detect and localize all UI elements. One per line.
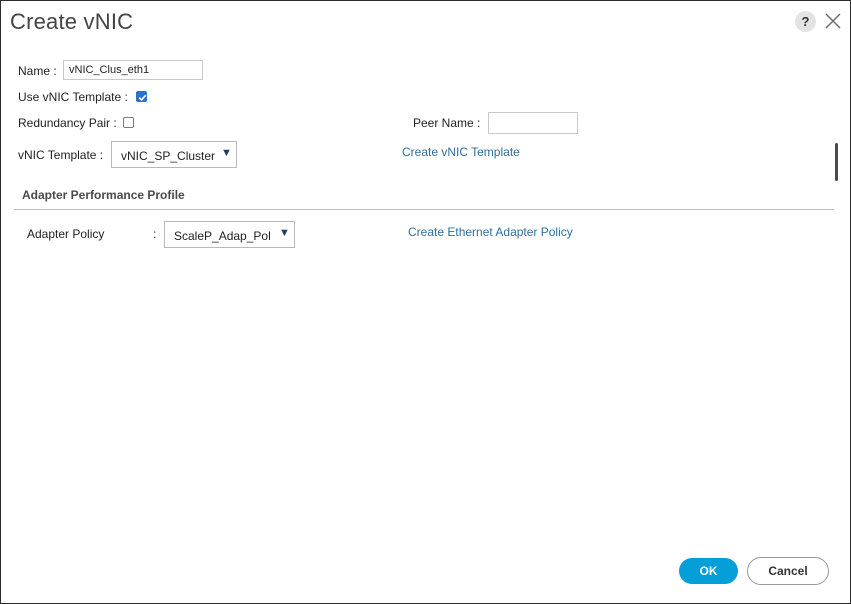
name-input[interactable] (63, 60, 203, 80)
vnic-template-label: vNIC Template : (18, 148, 104, 162)
redundancy-pair-label: Redundancy Pair : (18, 116, 117, 130)
vnic-template-select[interactable]: vNIC_SP_Cluster ▼ (111, 141, 237, 168)
caret-down-icon: ▼ (221, 147, 232, 159)
caret-down-icon: ▼ (279, 227, 290, 239)
create-vnic-dialog: Create vNIC ? Name : Use vNIC Template :… (0, 0, 851, 604)
adapter-performance-profile-heading: Adapter Performance Profile (22, 188, 185, 202)
help-button[interactable]: ? (795, 11, 816, 32)
adapter-policy-select[interactable]: ScaleP_Adap_Pol ▼ (164, 221, 295, 248)
use-vnic-template-label: Use vNIC Template : (18, 90, 128, 104)
ok-button[interactable]: OK (679, 558, 738, 584)
checkmark-icon (138, 94, 147, 102)
adapter-policy-colon: : (153, 227, 157, 241)
vnic-template-selected-value: vNIC_SP_Cluster (121, 149, 216, 163)
close-icon[interactable] (822, 10, 844, 32)
peer-name-input[interactable] (488, 112, 578, 134)
create-vnic-template-link[interactable]: Create vNIC Template (402, 145, 520, 159)
scrollbar-thumb[interactable] (835, 143, 838, 181)
dialog-title: Create vNIC (10, 9, 134, 34)
name-label: Name : (18, 64, 57, 78)
use-vnic-template-checkbox[interactable] (136, 91, 147, 102)
adapter-policy-label: Adapter Policy (27, 227, 105, 241)
adapter-policy-selected-value: ScaleP_Adap_Pol (174, 229, 271, 243)
section-divider (14, 209, 834, 210)
peer-name-label: Peer Name : (413, 116, 481, 130)
create-ethernet-adapter-policy-link[interactable]: Create Ethernet Adapter Policy (408, 225, 573, 239)
cancel-button[interactable]: Cancel (747, 557, 829, 585)
redundancy-pair-checkbox[interactable] (123, 117, 134, 128)
